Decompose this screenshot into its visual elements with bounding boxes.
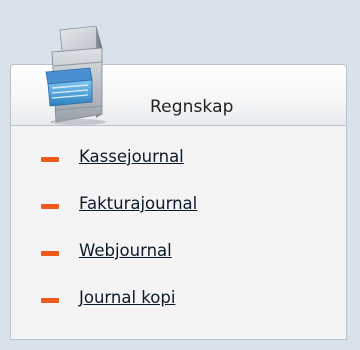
file-cabinet-icon — [32, 22, 132, 134]
kassejournal-link[interactable]: Kassejournal — [79, 145, 184, 169]
bullet-dash-icon — [41, 157, 59, 162]
link-list: Kassejournal Fakturajournal Webjournal J… — [41, 145, 197, 333]
list-item-webjournal[interactable]: Webjournal — [41, 239, 197, 286]
journal-kopi-link[interactable]: Journal kopi — [79, 286, 175, 310]
panel-title: Regnskap — [150, 97, 234, 117]
bullet-dash-icon — [41, 251, 59, 256]
link-list-panel: Kassejournal Fakturajournal Webjournal J… — [10, 126, 347, 340]
bullet-dash-icon — [41, 204, 59, 209]
list-item-kassejournal[interactable]: Kassejournal — [41, 145, 197, 192]
list-item-fakturajournal[interactable]: Fakturajournal — [41, 192, 197, 239]
regnskap-widget: Regnskap Kassejournal Fakturajournal Web… — [10, 22, 349, 342]
webjournal-link[interactable]: Webjournal — [79, 239, 172, 263]
fakturajournal-link[interactable]: Fakturajournal — [79, 192, 197, 216]
list-item-journal-kopi[interactable]: Journal kopi — [41, 286, 197, 333]
bullet-dash-icon — [41, 298, 59, 303]
